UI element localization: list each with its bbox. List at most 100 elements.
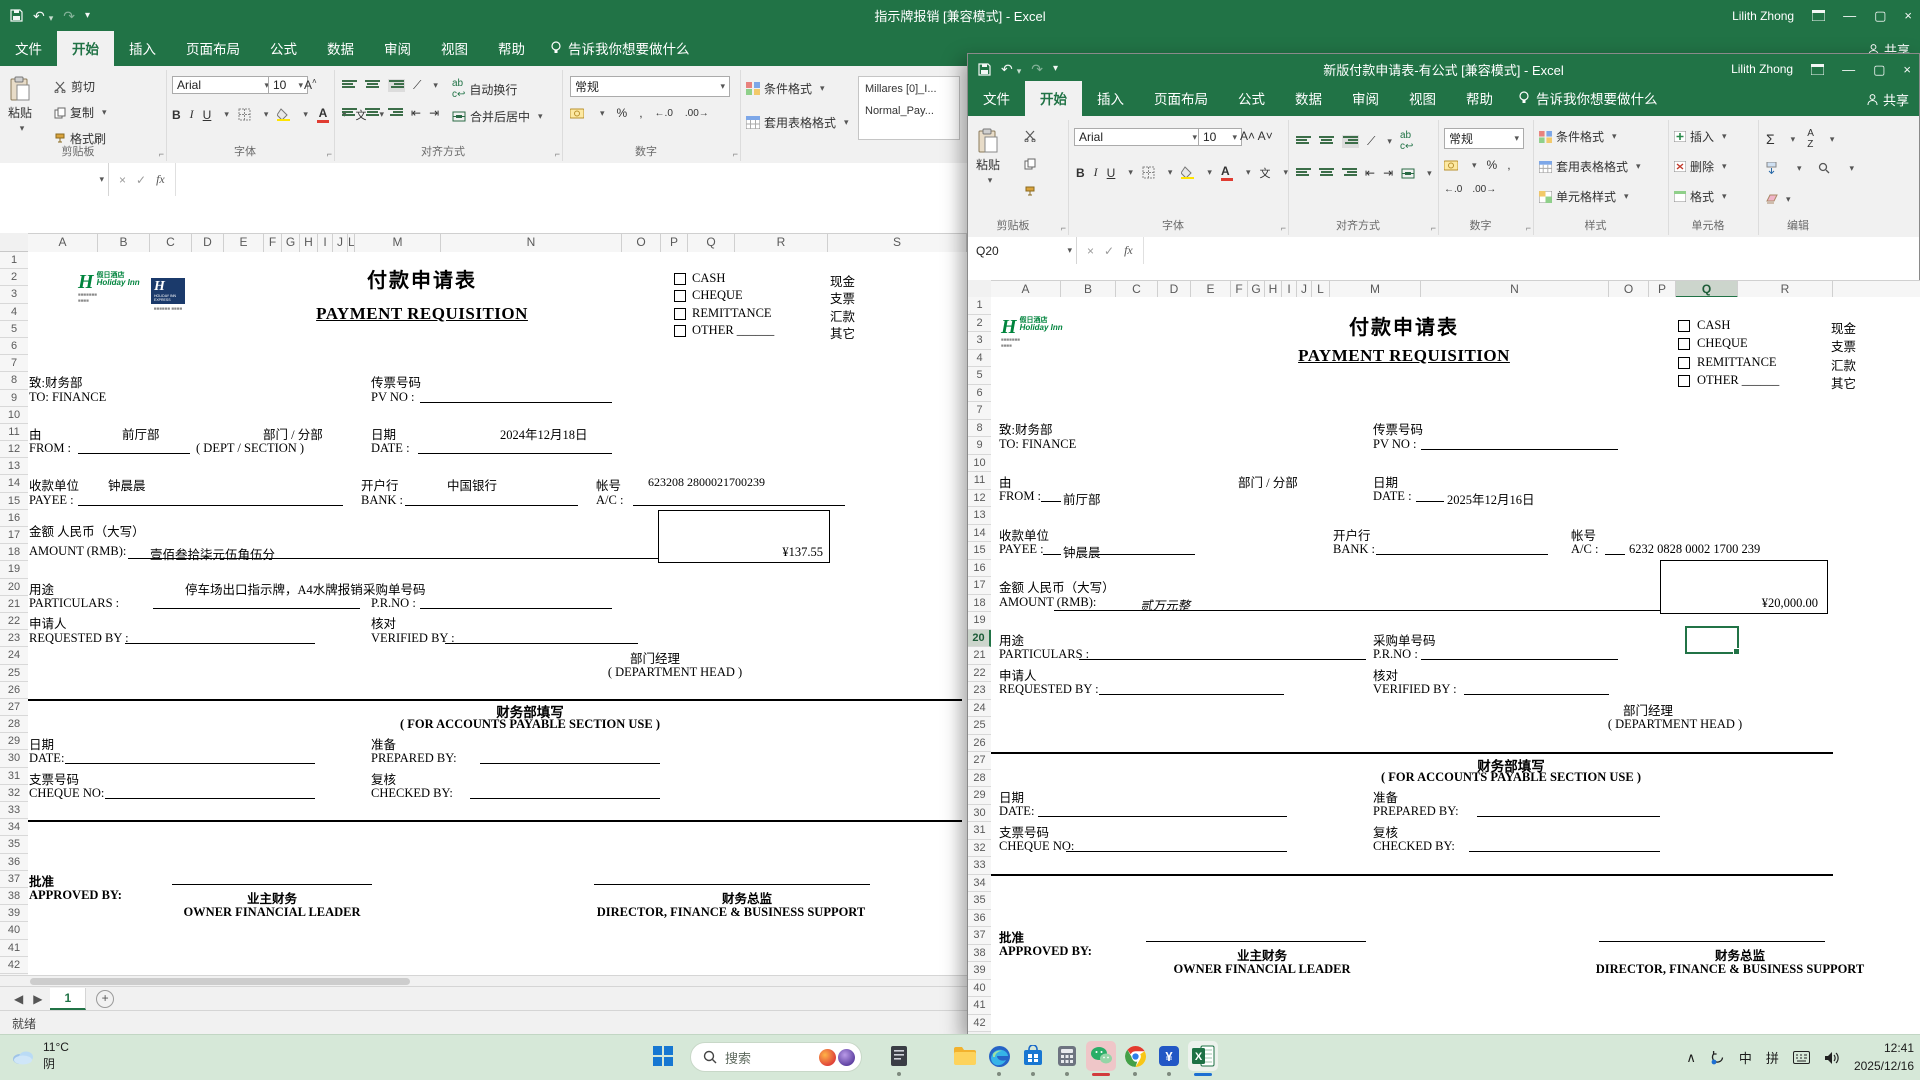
row-header-22[interactable]: 22: [0, 613, 28, 630]
autosum-icon[interactable]: Σ: [1766, 131, 1775, 147]
paste-button[interactable]: 粘贴▾: [8, 76, 32, 134]
style-item[interactable]: Millares [0]_I...: [859, 77, 959, 95]
bold-button[interactable]: B: [172, 108, 181, 122]
redo-icon[interactable]: ↷: [1031, 62, 1043, 76]
enter-icon[interactable]: ✓: [1104, 244, 1114, 258]
borders-icon[interactable]: [238, 108, 251, 121]
row-header-5[interactable]: 5: [0, 321, 28, 338]
row-header-12[interactable]: 12: [0, 441, 28, 458]
left-maximize-button[interactable]: ▢: [1874, 9, 1886, 22]
column-header-P[interactable]: P: [1649, 281, 1676, 298]
other-checkbox[interactable]: [674, 325, 686, 337]
row-header-37[interactable]: 37: [0, 871, 28, 888]
copy-button[interactable]: 复制▾: [54, 104, 107, 121]
fill-color-icon[interactable]: [1181, 166, 1194, 179]
row-header-11[interactable]: 11: [0, 424, 28, 441]
align-center-icon[interactable]: [1319, 168, 1334, 179]
align-bottom-icon[interactable]: [388, 79, 405, 92]
row-header-42[interactable]: 42: [968, 1015, 991, 1033]
number-launcher-icon[interactable]: ⌐: [733, 149, 738, 159]
column-header-N[interactable]: N: [1421, 281, 1609, 298]
format-cells-button[interactable]: 格式▾: [1674, 188, 1727, 205]
left-minimize-button[interactable]: —: [1843, 9, 1856, 22]
volume-icon[interactable]: [1824, 1051, 1840, 1065]
taskbar-app-calculator[interactable]: [1052, 1041, 1082, 1071]
row-header-33[interactable]: 33: [0, 802, 28, 819]
row-header-36[interactable]: 36: [0, 854, 28, 871]
row-header-24[interactable]: 24: [0, 647, 28, 664]
column-header-C[interactable]: C: [1116, 281, 1158, 298]
row-header-9[interactable]: 9: [968, 437, 991, 455]
row-header-7[interactable]: 7: [968, 402, 991, 420]
tab-data[interactable]: 数据: [1280, 81, 1337, 116]
left-column-headers[interactable]: ABCDEFGHIJLMNOPQRS: [28, 233, 967, 253]
fill-down-icon[interactable]: [1766, 162, 1777, 174]
column-header-N[interactable]: N: [441, 234, 622, 252]
alignment-launcher-icon[interactable]: ⌐: [555, 149, 560, 159]
row-header-19[interactable]: 19: [0, 561, 28, 578]
taskbar-clock[interactable]: 12:41 2025/12/16: [1854, 1040, 1914, 1075]
right-sheet-canvas[interactable]: H 假日酒店 Holiday Inn ■■■■■■■■■■■ 付款申请表 PAY…: [991, 297, 1920, 1034]
cheque-checkbox[interactable]: [674, 290, 686, 302]
column-header-M[interactable]: M: [1330, 281, 1421, 298]
row-header-28[interactable]: 28: [968, 770, 991, 788]
sheet-tab[interactable]: 1: [50, 988, 86, 1010]
row-header-34[interactable]: 34: [968, 875, 991, 893]
row-header-31[interactable]: 31: [0, 768, 28, 785]
tab-formulas[interactable]: 公式: [255, 31, 312, 66]
row-header-37[interactable]: 37: [968, 927, 991, 945]
insert-function-icon[interactable]: fx: [156, 172, 165, 187]
style-item[interactable]: Normal_Pay...: [859, 95, 959, 117]
comma-style-icon[interactable]: ,: [1507, 158, 1510, 172]
column-header-G[interactable]: G: [282, 234, 300, 252]
column-header-L[interactable]: L: [348, 234, 355, 252]
decrease-decimal-icon[interactable]: .00→: [1472, 184, 1496, 195]
font-family-combo[interactable]: Arial▾: [172, 76, 274, 94]
fill-color-icon[interactable]: [277, 108, 290, 121]
search-highlight-icon[interactable]: [819, 1049, 836, 1066]
row-header-40[interactable]: 40: [968, 980, 991, 998]
taskbar-app-chrome[interactable]: [1120, 1041, 1150, 1071]
row-header-5[interactable]: 5: [968, 367, 991, 385]
phonetic-guide-icon[interactable]: 文: [1259, 165, 1270, 181]
save-icon[interactable]: [978, 63, 991, 76]
row-header-39[interactable]: 39: [968, 962, 991, 980]
row-header-41[interactable]: 41: [0, 940, 28, 957]
tab-help[interactable]: 帮助: [1451, 81, 1508, 116]
row-header-8[interactable]: 8: [968, 420, 991, 438]
qat-customize-icon[interactable]: ▾: [1053, 64, 1058, 74]
increase-decimal-icon[interactable]: ←.0: [1444, 184, 1462, 195]
ime-mode-indicator[interactable]: 中: [1739, 1048, 1752, 1067]
column-header-B[interactable]: B: [98, 234, 150, 252]
column-header-D[interactable]: D: [192, 234, 224, 252]
row-header-16[interactable]: 16: [0, 510, 28, 527]
conditional-formatting-button[interactable]: 条件格式▾: [746, 80, 825, 97]
row-header-31[interactable]: 31: [968, 822, 991, 840]
right-ribbon-display-icon[interactable]: [1811, 64, 1824, 75]
row-header-39[interactable]: 39: [0, 905, 28, 922]
row-header-10[interactable]: 10: [968, 455, 991, 473]
row-header-4[interactable]: 4: [0, 304, 28, 321]
row-header-23[interactable]: 23: [968, 682, 991, 700]
column-header-M[interactable]: M: [355, 234, 441, 252]
right-titlebar[interactable]: ↶▾ ↷ ▾ 新版付款申请表-有公式 [兼容模式] - Excel Lilith…: [968, 54, 1919, 84]
grow-font-icon[interactable]: A˄ A˅: [1240, 129, 1273, 143]
left-select-all-corner[interactable]: [0, 233, 29, 252]
tab-help[interactable]: 帮助: [483, 31, 540, 66]
right-row-headers[interactable]: 1234567891011121314151617181920212223242…: [968, 297, 992, 1032]
tab-view[interactable]: 视图: [426, 31, 483, 66]
row-header-4[interactable]: 4: [968, 350, 991, 368]
tell-me-box[interactable]: 告诉我你想要做什么: [540, 31, 704, 66]
right-share-button[interactable]: 共享: [1867, 90, 1909, 109]
clipboard-launcher-icon[interactable]: ⌐: [159, 149, 164, 159]
row-header-9[interactable]: 9: [0, 390, 28, 407]
undo-icon[interactable]: ↶▾: [1001, 62, 1021, 76]
paste-button[interactable]: 粘贴▾: [976, 128, 1000, 186]
row-header-6[interactable]: 6: [0, 338, 28, 355]
number-launcher-icon[interactable]: ⌐: [1526, 223, 1531, 233]
column-header-E[interactable]: E: [224, 234, 264, 252]
orientation-icon[interactable]: ⟋: [1367, 134, 1375, 149]
underline-button[interactable]: U: [1107, 166, 1116, 180]
taskbar-weather[interactable]: 11°C阴: [10, 1039, 69, 1073]
search-box[interactable]: 搜索: [690, 1042, 862, 1072]
